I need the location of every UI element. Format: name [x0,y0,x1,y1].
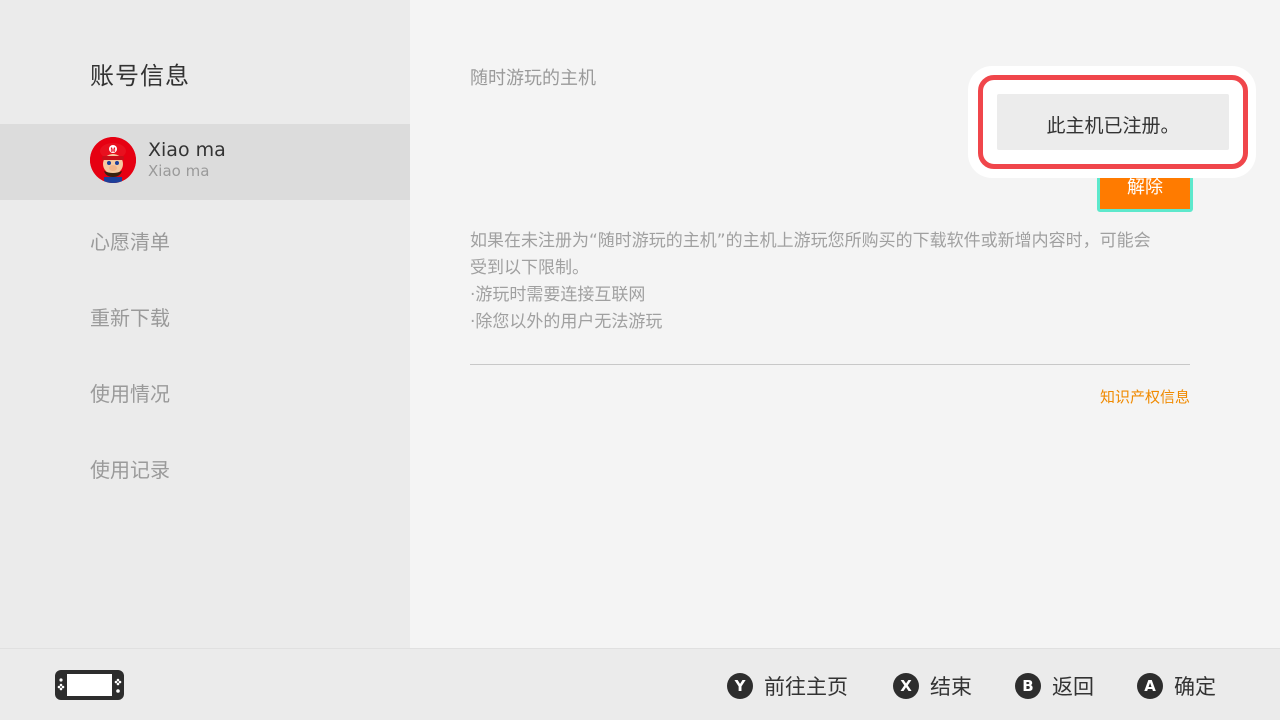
hint-label: 前往主页 [764,675,848,699]
x-button-icon: X [893,673,919,699]
b-button-icon: B [1015,673,1041,699]
hint-label: 确定 [1174,675,1216,699]
registered-message: 此主机已注册。 [997,94,1229,150]
hint-back[interactable]: B 返回 [1015,671,1094,701]
description-line: 受到以下限制。 [470,258,589,278]
restriction-item: ·除您以外的用户无法游玩 [470,312,663,332]
description: 如果在未注册为“随时游玩的主机”的主机上游玩您所购买的下载软件或新增内容时，可能… [470,228,1190,336]
hint-label: 返回 [1052,675,1094,699]
sidebar-item-usage[interactable]: 使用情况 [90,378,170,407]
account-nickname: Xiao ma [148,162,210,180]
hint-home[interactable]: Y 前往主页 [727,671,848,701]
sidebar-item-account[interactable]: M Xiao ma Xiao ma [0,124,410,200]
eshop-account-screen: 账号信息 M Xiao ma Xiao ma 心愿清单 重新下载 使用情况 使用… [0,0,1280,720]
y-button-icon: Y [727,673,753,699]
hint-quit[interactable]: X 结束 [893,671,972,701]
sidebar: 账号信息 M Xiao ma Xiao ma 心愿清单 重新下载 使用情况 使用… [0,0,410,648]
sidebar-item-history[interactable]: 使用记录 [90,454,170,483]
sidebar-item-wishlist[interactable]: 心愿清单 [90,226,170,255]
mario-avatar-icon: M [90,137,136,183]
description-line: 如果在未注册为“随时游玩的主机”的主机上游玩您所购买的下载软件或新增内容时，可能… [470,231,1151,251]
sidebar-item-redownload[interactable]: 重新下载 [90,302,170,331]
console-handheld-icon [55,670,124,700]
hint-confirm[interactable]: A 确定 [1137,671,1216,701]
ip-info-link[interactable]: 知识产权信息 [1100,386,1190,407]
footer-bar: Y 前往主页 X 结束 B 返回 A 确定 [0,648,1280,720]
hint-label: 结束 [930,675,972,699]
page-title: 账号信息 [90,62,190,90]
section-title: 随时游玩的主机 [470,68,596,89]
account-name: Xiao ma [148,139,226,161]
a-button-icon: A [1137,673,1163,699]
svg-text:M: M [111,148,116,154]
avatar: M [90,137,136,183]
divider [470,364,1190,365]
restriction-item: ·游玩时需要连接互联网 [470,285,646,305]
